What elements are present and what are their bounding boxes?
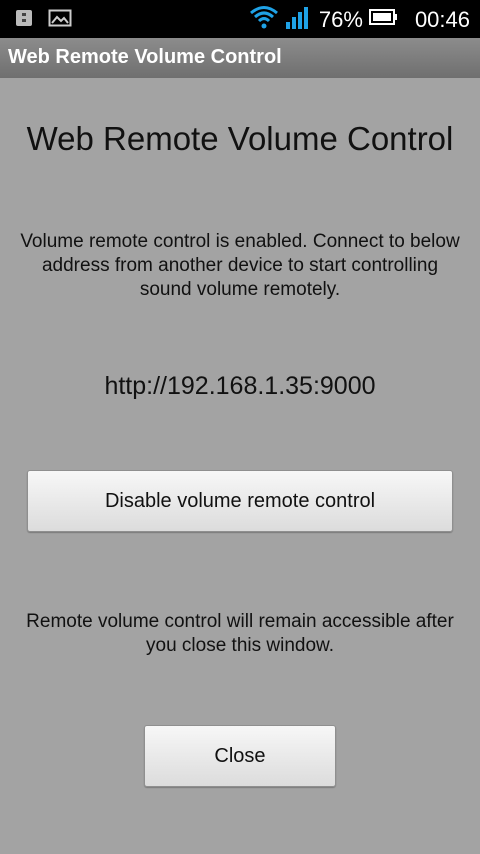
page-title: Web Remote Volume Control bbox=[26, 120, 454, 157]
status-description: Volume remote control is enabled. Connec… bbox=[20, 231, 460, 300]
status-indicators: 76% 00:46 bbox=[249, 4, 470, 36]
dialog-content: Web Remote Volume Control Volume remote … bbox=[0, 78, 480, 854]
battery-percent: 76% bbox=[318, 7, 363, 32]
server-address: http://192.168.1.35:9000 bbox=[104, 372, 376, 400]
battery-icon bbox=[368, 7, 399, 33]
signal-icon bbox=[285, 4, 311, 36]
wifi-icon bbox=[249, 4, 279, 36]
close-button[interactable]: Close bbox=[144, 725, 336, 787]
app-title: Web Remote Volume Control bbox=[8, 46, 282, 68]
title-bar: Web Remote Volume Control bbox=[0, 38, 480, 79]
notification-icons bbox=[14, 8, 72, 33]
disable-remote-control-button[interactable]: Disable volume remote control bbox=[27, 470, 453, 532]
sim-card-icon bbox=[14, 8, 34, 33]
status-bar: 76% 00:46 bbox=[0, 0, 480, 38]
image-notification-icon bbox=[48, 8, 72, 33]
accessibility-note: Remote volume control will remain access… bbox=[26, 611, 454, 656]
clock: 00:46 bbox=[414, 7, 470, 32]
